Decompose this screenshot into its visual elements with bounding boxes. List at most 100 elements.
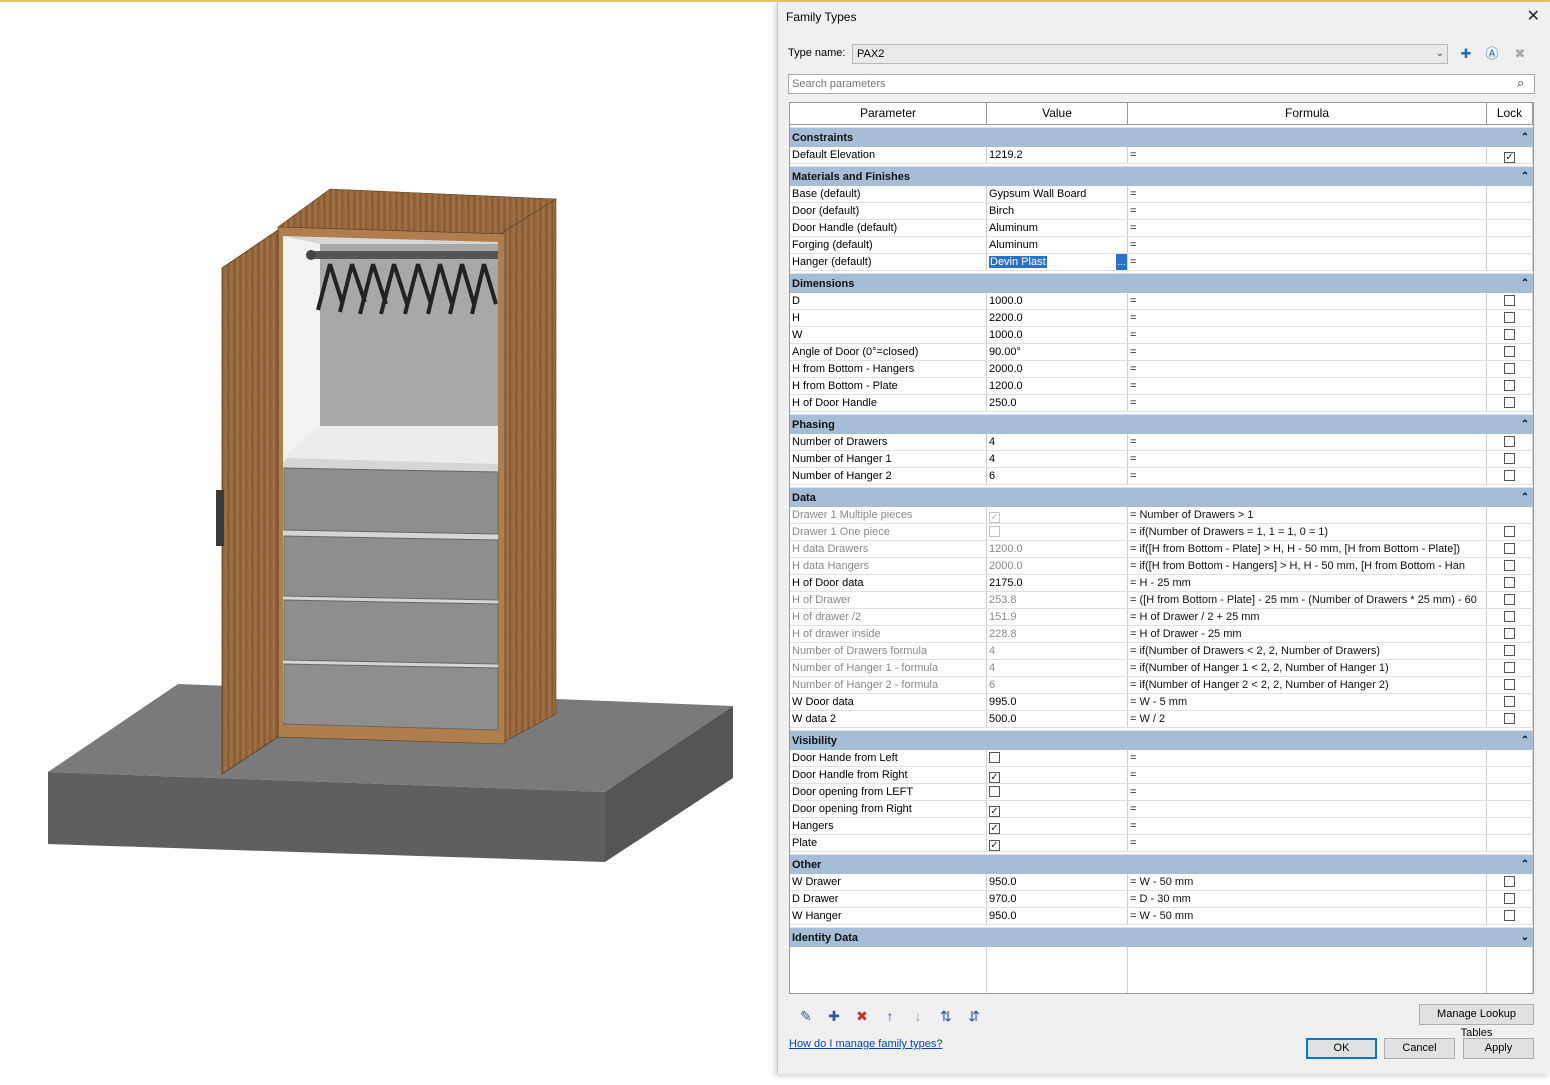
parameter-row[interactable]: Drawer 1 Multiple pieces ✓ = Number of Dra… xyxy=(790,507,1533,524)
parameter-row[interactable]: Door (default) Birch = xyxy=(790,203,1533,220)
delete-parameter-icon[interactable]: ✖ xyxy=(848,1006,876,1026)
parameter-formula[interactable]: = if([H from Bottom - Hangers] > H, H - … xyxy=(1128,558,1487,574)
parameter-row[interactable]: W Drawer 950.0 = W - 50 mm xyxy=(790,874,1533,891)
parameter-formula[interactable]: = xyxy=(1128,203,1487,219)
lock-checkbox-checked[interactable]: ✓ xyxy=(1504,152,1515,163)
parameter-formula[interactable]: = xyxy=(1128,327,1487,343)
parameter-row[interactable]: Number of Hanger 1 - formula 4 = if(Number… xyxy=(790,660,1533,677)
parameter-value[interactable]: 253.8 xyxy=(987,592,1128,608)
collapse-toggle-icon[interactable]: ⌃ xyxy=(1517,855,1533,874)
pencil-icon[interactable]: ✎ xyxy=(792,1006,820,1026)
parameter-row[interactable]: Door opening from Right ✓ = xyxy=(790,801,1533,818)
parameter-formula[interactable]: = xyxy=(1128,395,1487,411)
parameter-row[interactable]: Door Hande from Left = xyxy=(790,750,1533,767)
group-header[interactable]: Other ⌃ xyxy=(790,854,1533,874)
parameter-value[interactable]: ✓ xyxy=(987,507,1128,523)
sort-descending-icon[interactable]: ⇵ xyxy=(960,1006,988,1026)
parameter-formula[interactable]: = xyxy=(1128,310,1487,326)
parameter-value[interactable]: 228.8 xyxy=(987,626,1128,642)
parameter-row[interactable]: D Drawer 970.0 = D - 30 mm xyxy=(790,891,1533,908)
collapse-toggle-icon[interactable]: ⌃ xyxy=(1517,167,1533,186)
lock-cell[interactable] xyxy=(1487,575,1533,591)
new-type-icon[interactable]: ✚ xyxy=(1456,44,1476,64)
collapse-toggle-icon[interactable]: ⌃ xyxy=(1517,488,1533,507)
parameter-formula[interactable]: = xyxy=(1128,468,1487,484)
parameter-formula[interactable]: = if(Number of Hanger 2 < 2, 2, Number o… xyxy=(1128,677,1487,693)
collapse-toggle-icon[interactable]: ⌃ xyxy=(1517,415,1533,434)
ok-button[interactable]: OK xyxy=(1306,1038,1377,1059)
browse-material-icon[interactable]: … xyxy=(1116,254,1127,270)
3d-viewport[interactable] xyxy=(0,2,776,1080)
parameter-formula[interactable]: = xyxy=(1128,818,1487,834)
lock-checkbox[interactable] xyxy=(1504,543,1515,554)
parameter-formula[interactable]: = xyxy=(1128,801,1487,817)
lock-checkbox[interactable] xyxy=(1504,346,1515,357)
parameter-row[interactable]: Forging (default) Aluminum = xyxy=(790,237,1533,254)
lock-cell[interactable] xyxy=(1487,558,1533,574)
lock-cell[interactable] xyxy=(1487,327,1533,343)
parameter-value[interactable]: 2175.0 xyxy=(987,575,1128,591)
lock-cell[interactable] xyxy=(1487,643,1533,659)
lock-cell[interactable] xyxy=(1487,361,1533,377)
parameter-row[interactable]: Drawer 1 One piece = if(Number of Drawers… xyxy=(790,524,1533,541)
parameter-value[interactable]: 4 xyxy=(987,451,1128,467)
lock-cell[interactable] xyxy=(1487,711,1533,727)
lock-cell[interactable] xyxy=(1487,451,1533,467)
lock-cell[interactable] xyxy=(1487,344,1533,360)
lock-cell[interactable] xyxy=(1487,541,1533,557)
parameter-value[interactable]: 500.0 xyxy=(987,711,1128,727)
lock-cell[interactable]: ✓ xyxy=(1487,147,1533,163)
search-icon[interactable]: ⌕ xyxy=(1517,75,1524,91)
parameter-formula[interactable]: = H - 25 mm xyxy=(1128,575,1487,591)
parameter-formula[interactable]: = xyxy=(1128,147,1487,163)
parameter-row[interactable]: Plate ✓ = xyxy=(790,835,1533,852)
parameter-row[interactable]: Hanger (default) Devin Plast … = xyxy=(790,254,1533,271)
parameter-formula[interactable]: = ([H from Bottom - Plate] - 25 mm - (Nu… xyxy=(1128,592,1487,608)
apply-button[interactable]: Apply xyxy=(1463,1038,1534,1059)
parameter-formula[interactable]: = xyxy=(1128,378,1487,394)
group-header[interactable]: Dimensions ⌃ xyxy=(790,273,1533,293)
group-header[interactable]: Visibility ⌃ xyxy=(790,730,1533,750)
parameter-value[interactable]: Devin Plast… xyxy=(987,254,1128,270)
parameter-value[interactable]: 90.00° xyxy=(987,344,1128,360)
lock-cell[interactable] xyxy=(1487,677,1533,693)
parameter-row[interactable]: H from Bottom - Plate 1200.0 = xyxy=(790,378,1533,395)
parameter-value[interactable]: 1000.0 xyxy=(987,293,1128,309)
parameter-row[interactable]: Number of Hanger 2 - formula 6 = if(Number… xyxy=(790,677,1533,694)
parameter-row[interactable]: H of drawer /2 151.9 = H of Drawer / 2 + 2… xyxy=(790,609,1533,626)
lock-cell[interactable] xyxy=(1487,609,1533,625)
value-checkbox-checked[interactable]: ✓ xyxy=(989,840,1000,851)
parameter-formula[interactable]: = W - 5 mm xyxy=(1128,694,1487,710)
parameter-formula[interactable]: = D - 30 mm xyxy=(1128,891,1487,907)
parameter-formula[interactable]: = Number of Drawers > 1 xyxy=(1128,507,1487,523)
parameter-value[interactable] xyxy=(987,524,1128,540)
manage-lookup-tables-button[interactable]: Manage Lookup Tables xyxy=(1419,1004,1534,1039)
lock-checkbox[interactable] xyxy=(1504,713,1515,724)
move-down-icon[interactable]: ↓ xyxy=(904,1006,932,1026)
lock-checkbox[interactable] xyxy=(1504,577,1515,588)
parameter-formula[interactable]: = xyxy=(1128,344,1487,360)
value-checkbox-checked[interactable]: ✓ xyxy=(989,806,1000,817)
move-up-icon[interactable]: ↑ xyxy=(876,1006,904,1026)
lock-cell[interactable] xyxy=(1487,310,1533,326)
parameter-row[interactable]: H of drawer inside 228.8 = H of Drawer - 2… xyxy=(790,626,1533,643)
parameter-row[interactable]: Door opening from LEFT = xyxy=(790,784,1533,801)
parameter-row[interactable]: W Door data 995.0 = W - 5 mm xyxy=(790,694,1533,711)
lock-checkbox[interactable] xyxy=(1504,436,1515,447)
parameter-value[interactable]: ✓ xyxy=(987,767,1128,783)
collapse-toggle-icon[interactable]: ⌃ xyxy=(1517,274,1533,293)
parameter-value[interactable]: ✓ xyxy=(987,835,1128,851)
parameter-value[interactable]: Aluminum xyxy=(987,237,1128,253)
lock-cell[interactable] xyxy=(1487,891,1533,907)
column-header-formula[interactable]: Formula xyxy=(1128,103,1487,124)
lock-checkbox[interactable] xyxy=(1504,594,1515,605)
parameter-row[interactable]: H from Bottom - Hangers 2000.0 = xyxy=(790,361,1533,378)
lock-cell[interactable] xyxy=(1487,378,1533,394)
lock-checkbox[interactable] xyxy=(1504,453,1515,464)
sort-ascending-icon[interactable]: ⇅ xyxy=(932,1006,960,1026)
parameter-formula[interactable]: = W - 50 mm xyxy=(1128,908,1487,924)
lock-checkbox[interactable] xyxy=(1504,611,1515,622)
rename-type-icon[interactable]: Ⓐ xyxy=(1482,44,1502,64)
lock-checkbox[interactable] xyxy=(1504,380,1515,391)
close-icon[interactable]: ✕ xyxy=(1527,6,1540,26)
